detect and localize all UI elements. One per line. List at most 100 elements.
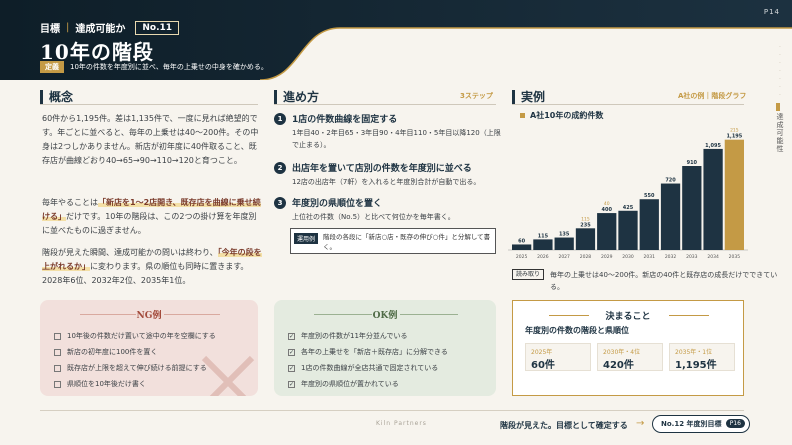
list-item: 新店の初年度に100件を置く [54, 344, 216, 360]
method-sub: 3ステップ [460, 92, 493, 100]
step-title: 年度別の県順位を置く [292, 199, 383, 209]
reading-tag: 読み取り [512, 269, 545, 280]
step-number: 2 [274, 162, 286, 174]
side-marker [776, 103, 780, 111]
note-tag: 運用例 [294, 233, 319, 244]
chart-value-label: 135 [559, 232, 570, 238]
decision-card: 2035年・1位 1,195件 [669, 343, 735, 371]
chart-tick-label: 2028 [580, 254, 592, 260]
chart-bar [618, 210, 638, 250]
definition-row: 定義 10年の件数を年度別に並べ、毎年の上乗せの中身を確かめる。 [40, 61, 268, 73]
chart-tick-label: 2030 [622, 254, 634, 260]
next-page-number: P16 [725, 419, 745, 428]
list-item: 県順位を10年後だけ書く [54, 376, 216, 392]
ok-list: ✓ 年度別の件数が11年分並んでいる ✓ 各年の上乗せを「新店＋既存店」に分解できる… [288, 328, 448, 392]
page-number: P14 [763, 8, 780, 16]
chart-value-label: 1,195 [726, 134, 742, 140]
side-label: 達成可能性 [776, 113, 784, 153]
concept-paragraph-1: 60件から1,195件。差は1,135件で、一度に見れば絶望的です。年ごとに並べ… [42, 114, 259, 165]
chart-bar [639, 199, 659, 250]
check-icon: ✓ [288, 348, 295, 356]
chart-addon-label: 40 [604, 201, 610, 207]
concept-paragraph-3: 階段が見えた瞬間、達成可能かの問いは終わり、「今年の段を上がれるか」に変わります… [42, 248, 262, 285]
list-item: ✓ 年度別の件数が11年分並んでいる [288, 332, 408, 340]
chart-bar [682, 166, 702, 250]
concept-paragraph-2: 毎年やることは「新店を1～2店開き、既存店を曲線に乗せ続ける」だけです。10年の… [42, 198, 261, 235]
definition-text: 10年の件数を年度別に並べ、毎年の上乗せの中身を確かめる。 [70, 63, 268, 71]
decision-card: 2025年 60件 [525, 343, 591, 371]
ng-title: NG例 [136, 311, 162, 321]
list-item: ✓ 1店の件数曲線が全店共通で固定されている [288, 364, 439, 372]
header-label2: 達成可能か [75, 24, 126, 35]
chart-value-label: 720 [665, 178, 676, 184]
step-number: 3 [274, 197, 286, 209]
reading-text: 毎年の上乗せは40～200件。新店の40件と既存店の成長だけでできている。 [550, 271, 778, 291]
example-rule [512, 104, 744, 105]
chart-addon-label: 215 [730, 128, 739, 134]
footer-message: 階段が見えた。目標として確定する [500, 421, 628, 430]
decision-title: 決まること [605, 312, 651, 322]
decision-sub: 年度別の件数の階段と県順位 [525, 326, 629, 335]
chart-tick-label: 2031 [644, 254, 656, 260]
list-item: ✓ 年度別の県順位が置かれている [288, 380, 399, 388]
chart-value-label: 425 [623, 205, 634, 211]
chart-tick-label: 2032 [665, 254, 677, 260]
cross-icon [201, 355, 255, 396]
concept-heading: 概念 [40, 88, 73, 105]
number-badge: No.11 [135, 20, 180, 35]
chart-bar [724, 139, 744, 250]
chart-value-label: 550 [644, 193, 655, 199]
page-header: 目標 | 達成可能か No.11 10年の階段 定義 10年の件数を年度別に並べ… [0, 0, 792, 80]
arrow-right-icon: → [636, 418, 645, 429]
next-page-label: No.12 年度別目標 [661, 420, 722, 428]
list-item: 既存店が上限を超えて伸び続ける前提にする [54, 360, 216, 376]
chart-tick-label: 2035 [729, 254, 741, 260]
chart-value-label: 1,095 [705, 143, 721, 149]
list-item: ✓ 各年の上乗せを「新店＋既存店」に分解できる [288, 348, 448, 356]
chart-bar [597, 213, 617, 250]
check-icon: ✓ [288, 332, 295, 340]
check-icon: ✓ [288, 364, 295, 372]
step-body: 上位社の件数（No.5）と比べて何位かを毎年書く。 [292, 213, 455, 221]
chart-bar [512, 244, 532, 250]
chart-tick-label: 2034 [707, 254, 719, 260]
example-heading: 実例 [512, 88, 545, 105]
chart-value-label: 235 [580, 222, 591, 228]
chart-bar [575, 228, 596, 250]
next-page-button[interactable]: No.12 年度別目標 P16 [652, 415, 750, 433]
chart-value-label: 115 [538, 233, 549, 239]
square-icon [54, 380, 61, 388]
method-heading: 進め方 [274, 88, 319, 105]
decision-box: 決まること 年度別の件数の階段と県順位 2025年 60件 2030年・4位 4… [512, 300, 744, 396]
concept-rule [40, 104, 258, 105]
step-body: 12店の出店年（7軒）を入れると年度別合計が自動で出る。 [292, 178, 481, 186]
definition-tag: 定義 [40, 61, 64, 73]
step-body: 1年目40・2年目65・3年目90・4年目110・5年目以降120（上限で止まる… [292, 129, 501, 149]
chart-bar [703, 148, 723, 250]
ng-list: 10年後の件数だけ置いて途中の年を空欄にする 新店の初年度に100件を置く 既存… [54, 328, 216, 392]
brand-name: Kiln Partners [376, 420, 427, 427]
square-icon [54, 348, 61, 356]
chart-value-label: 60 [518, 238, 525, 244]
reading-row: 読み取り 毎年の上乗せは40～200件。新店の40件と既存店の成長だけでできてい… [512, 269, 782, 293]
step-title: 1店の件数曲線を固定する [292, 115, 398, 125]
chart-tick-label: 2026 [537, 254, 549, 260]
footer-rule [40, 410, 744, 411]
chart-bar [660, 183, 681, 250]
decision-card: 2030年・4位 420件 [597, 343, 663, 371]
chart-tick-label: 2025 [516, 254, 528, 260]
note-text: 階段の各段に「新店○店・既存の伸び○件」と分解して書く。 [323, 233, 491, 251]
chart-tick-label: 2033 [686, 254, 698, 260]
chart-title: A社10年の成約件数 [520, 110, 603, 121]
chart-bar [554, 237, 574, 250]
chart-value-label: 400 [602, 207, 613, 213]
side-decoration: · · · · · · · [779, 44, 781, 99]
chart-tick-label: 2027 [558, 254, 570, 260]
method-rule [274, 104, 496, 105]
step-title: 出店年を置いて店別の件数を年度別に並べる [292, 164, 472, 174]
ok-title: OK例 [372, 311, 398, 321]
chart-bar [533, 239, 553, 250]
square-icon [54, 332, 61, 340]
ng-box: NG例 10年後の件数だけ置いて途中の年を空欄にする 新店の初年度に100件を置… [40, 300, 258, 396]
list-item: 10年後の件数だけ置いて途中の年を空欄にする [54, 328, 216, 344]
